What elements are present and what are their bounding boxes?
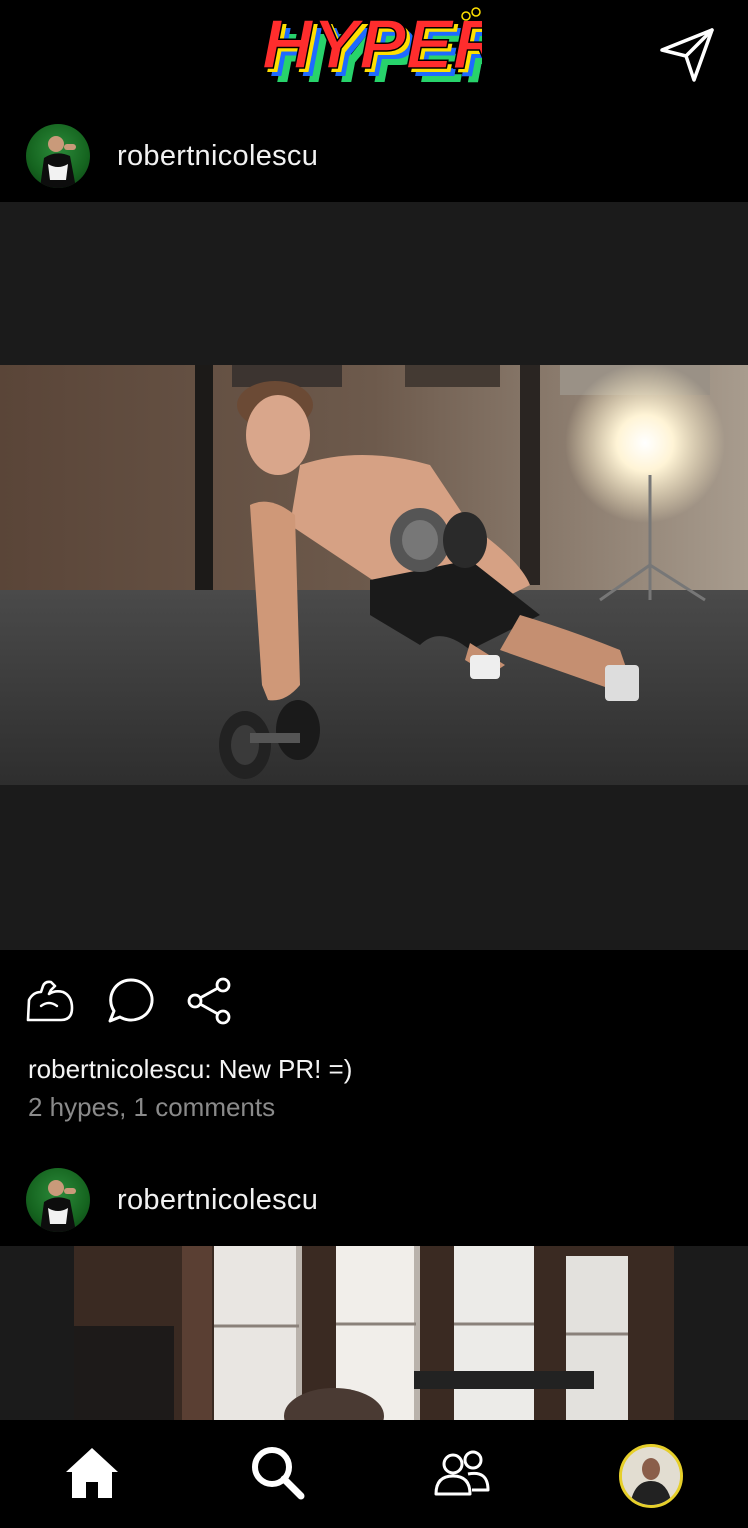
send-button[interactable] [658, 26, 716, 84]
post-photo [74, 1246, 674, 1420]
avatar-figure [40, 1180, 76, 1232]
bottom-navigation [0, 1420, 748, 1528]
post-username[interactable]: robertnicolescu [117, 140, 318, 173]
gym-photo-illustration [74, 1246, 674, 1420]
home-icon [66, 1448, 118, 1498]
nav-home[interactable] [62, 1442, 122, 1502]
comment-button[interactable] [106, 976, 156, 1026]
profile-avatar [622, 1447, 680, 1505]
post-media[interactable] [0, 202, 748, 950]
paper-plane-icon [660, 28, 714, 82]
share-button[interactable] [185, 976, 235, 1026]
hype-button[interactable] [25, 976, 75, 1026]
hyper-logo[interactable]: HYPER HYPER HYPER HYPER [261, 4, 517, 102]
post-stats[interactable]: 2 hypes, 1 comments [28, 1092, 275, 1123]
post-caption: robertnicolescu: New PR! =) [28, 1054, 353, 1084]
logo-main-text: HYPER [262, 6, 482, 83]
share-icon [187, 977, 231, 1025]
user-avatar[interactable] [26, 124, 90, 188]
nav-search[interactable] [247, 1442, 307, 1502]
nav-friends[interactable] [432, 1442, 492, 1502]
hyper-logo-graphic: HYPER HYPER HYPER HYPER [261, 4, 517, 97]
post-media[interactable] [0, 1246, 748, 1420]
post-photo [0, 365, 748, 785]
nav-profile[interactable] [619, 1444, 683, 1508]
post-username[interactable]: robertnicolescu [117, 1184, 318, 1217]
flexed-bicep-icon [26, 980, 74, 1022]
post-header: robertnicolescu [0, 1154, 748, 1246]
top-bar: HYPER HYPER HYPER HYPER [0, 0, 748, 110]
pushup-photo-illustration [0, 365, 748, 785]
speech-bubble-icon [108, 978, 154, 1023]
post-actions [0, 960, 748, 1040]
search-icon [252, 1447, 305, 1500]
avatar-figure [40, 136, 76, 188]
people-icon [434, 1450, 490, 1496]
post-header: robertnicolescu [0, 110, 748, 202]
user-avatar[interactable] [26, 1168, 90, 1232]
